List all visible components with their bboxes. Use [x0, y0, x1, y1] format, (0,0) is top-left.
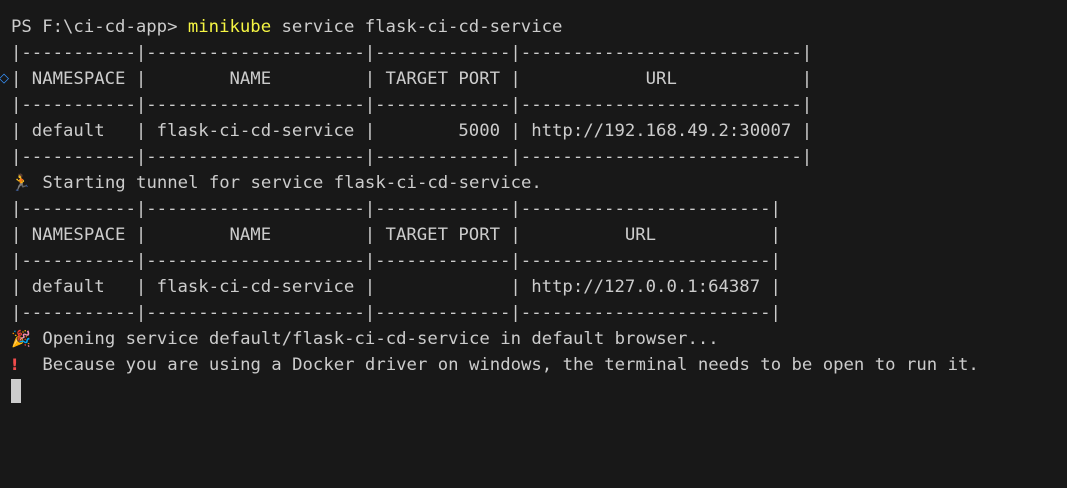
table1-row: | default | flask-ci-cd-service | 5000 |… — [11, 121, 813, 141]
command-args: service flask-ci-cd-service — [271, 17, 563, 37]
warning-message: ! Because you are using a Docker driver … — [11, 352, 1067, 378]
gutter-marker-icon[interactable]: ◇ — [0, 66, 9, 92]
tunnel-text: Starting tunnel for service flask-ci-cd-… — [42, 173, 542, 193]
table2-header: | NAMESPACE | NAME | TARGET PORT | URL | — [11, 225, 781, 245]
tunnel-message: 🏃 Starting tunnel for service flask-ci-c… — [11, 170, 1067, 196]
running-person-icon: 🏃 — [11, 173, 31, 192]
table2-separator-mid: |-----------|---------------------|-----… — [11, 251, 781, 271]
terminal-cursor[interactable] — [11, 379, 21, 403]
table2-separator-top: |-----------|---------------------|-----… — [11, 199, 781, 219]
opening-message: 🎉 Opening service default/flask-ci-cd-se… — [11, 326, 1067, 352]
warning-text: Because you are using a Docker driver on… — [42, 355, 979, 375]
party-popper-icon: 🎉 — [11, 329, 31, 348]
cursor-line — [11, 378, 1067, 404]
table2-row: | default | flask-ci-cd-service | | http… — [11, 277, 781, 297]
table2-separator-bottom: |-----------|---------------------|-----… — [11, 303, 781, 323]
table1-separator-bottom: |-----------|---------------------|-----… — [11, 147, 813, 167]
table1-separator-mid: |-----------|---------------------|-----… — [11, 95, 813, 115]
table1-header-line: ◇ | NAMESPACE | NAME | TARGET PORT | URL … — [0, 66, 1067, 92]
prompt-line: PS F:\ci-cd-app> minikube service flask-… — [11, 14, 1067, 40]
table1-separator-top: |-----------|---------------------|-----… — [11, 43, 813, 63]
terminal-output[interactable]: PS F:\ci-cd-app> minikube service flask-… — [0, 14, 1067, 404]
command-name: minikube — [187, 17, 272, 37]
table1-header: | NAMESPACE | NAME | TARGET PORT | URL | — [11, 69, 813, 89]
opening-text: Opening service default/flask-ci-cd-serv… — [42, 329, 719, 349]
prompt-path: PS F:\ci-cd-app> — [11, 17, 188, 37]
exclamation-icon: ! — [11, 355, 19, 374]
